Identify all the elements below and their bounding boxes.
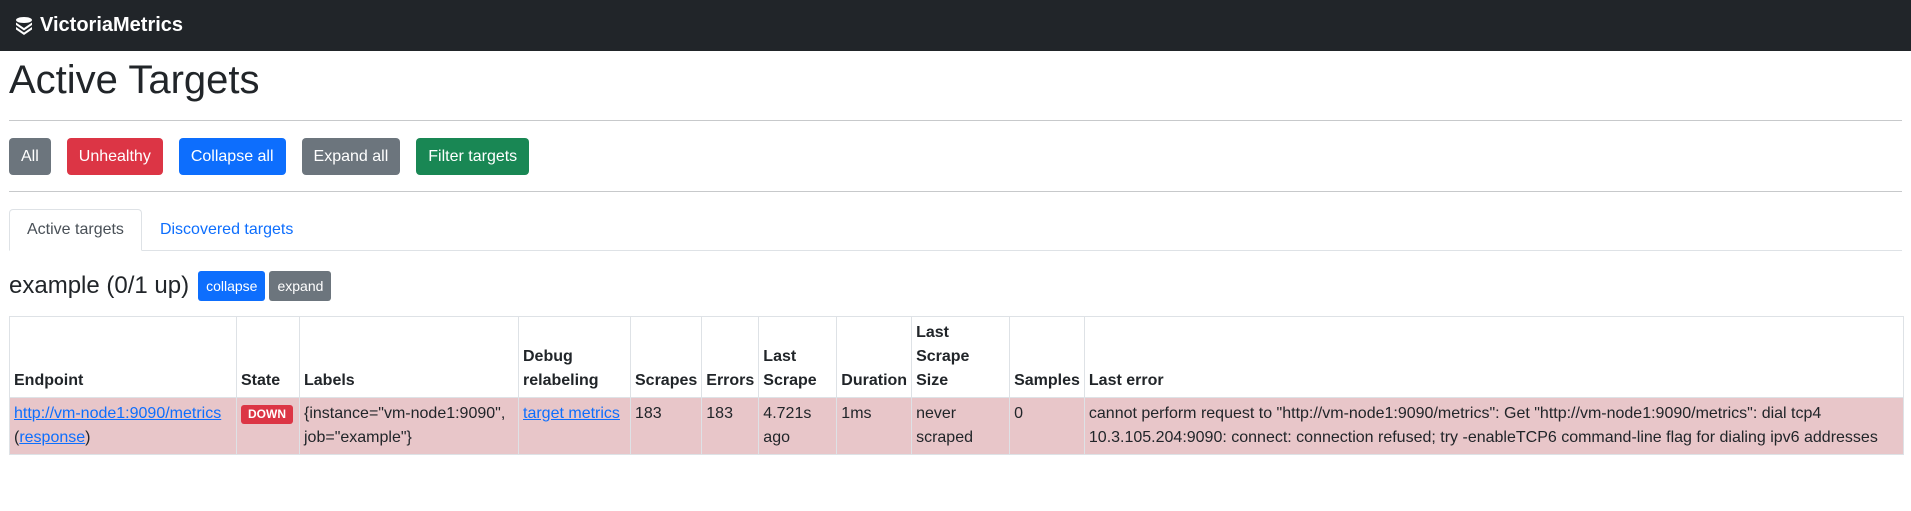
endpoint-link[interactable]: http://vm-node1:9090/metrics xyxy=(14,405,221,422)
endpoint-cell: http://vm-node1:9090/metrics (response) xyxy=(9,397,237,455)
response-close-paren: ) xyxy=(85,429,91,446)
tab-bar: Active targets Discovered targets xyxy=(9,209,1902,251)
expand-all-button[interactable]: Expand all xyxy=(301,138,401,175)
column-header-debug-relabeling: Debug relabeling xyxy=(518,316,631,398)
state-cell: DOWN xyxy=(236,397,300,455)
filter-toolbar: All Unhealthy Collapse all Expand all Fi… xyxy=(9,138,1902,175)
tab-active-targets[interactable]: Active targets xyxy=(9,209,142,251)
column-header-duration: Duration xyxy=(836,316,913,398)
tab-discovered-targets[interactable]: Discovered targets xyxy=(142,209,311,251)
column-header-last-scrape: Last Scrape xyxy=(758,316,838,398)
collapse-button[interactable]: collapse xyxy=(198,271,266,301)
main-content: Active Targets All Unhealthy Collapse al… xyxy=(0,51,1911,455)
column-header-errors: Errors xyxy=(701,316,760,398)
job-title: example (0/1 up) xyxy=(9,272,190,299)
labels-cell: {instance="vm-node1:9090", job="example"… xyxy=(299,397,519,455)
filter-targets-button[interactable]: Filter targets xyxy=(416,138,530,175)
column-header-last-scrape-size: Last Scrape Size xyxy=(911,316,1011,398)
column-header-labels: Labels xyxy=(299,316,519,398)
expand-button[interactable]: expand xyxy=(269,271,332,301)
divider xyxy=(9,120,1902,121)
column-header-state: State xyxy=(236,316,300,398)
table-header-row: Endpoint State Labels Debug relabeling S… xyxy=(9,316,1905,398)
unhealthy-button[interactable]: Unhealthy xyxy=(66,138,163,175)
last-scrape-cell: 4.721s ago xyxy=(758,397,838,455)
column-header-last-error: Last error xyxy=(1083,316,1905,398)
scrapes-cell: 183 xyxy=(629,397,703,455)
response-link[interactable]: response xyxy=(19,429,85,446)
duration-cell: 1ms xyxy=(836,397,913,455)
column-header-samples: Samples xyxy=(1009,316,1085,398)
brand-link[interactable]: VictoriaMetrics xyxy=(14,14,183,37)
page-title: Active Targets xyxy=(9,58,260,102)
job-header: example (0/1 up) collapse expand xyxy=(9,269,1902,303)
samples-cell: 0 xyxy=(1009,397,1085,455)
table-row: http://vm-node1:9090/metrics (response) D… xyxy=(9,397,1905,455)
errors-cell: 183 xyxy=(701,397,760,455)
navbar: VictoriaMetrics xyxy=(0,0,1911,51)
status-badge: DOWN xyxy=(241,405,293,424)
last-error-cell: cannot perform request to "http://vm-nod… xyxy=(1083,397,1905,455)
divider xyxy=(9,191,1902,192)
debug-relabeling-cell: target metrics xyxy=(518,397,631,455)
targets-table: Endpoint State Labels Debug relabeling S… xyxy=(9,316,1905,455)
victoriametrics-logo-icon xyxy=(16,16,32,35)
target-metrics-link[interactable]: target metrics xyxy=(523,405,620,422)
collapse-all-button[interactable]: Collapse all xyxy=(178,138,286,175)
column-header-scrapes: Scrapes xyxy=(629,316,703,398)
last-scrape-size-cell: never scraped xyxy=(911,397,1011,455)
all-button[interactable]: All xyxy=(9,138,51,175)
column-header-endpoint: Endpoint xyxy=(9,316,237,398)
brand-name: VictoriaMetrics xyxy=(40,14,184,36)
